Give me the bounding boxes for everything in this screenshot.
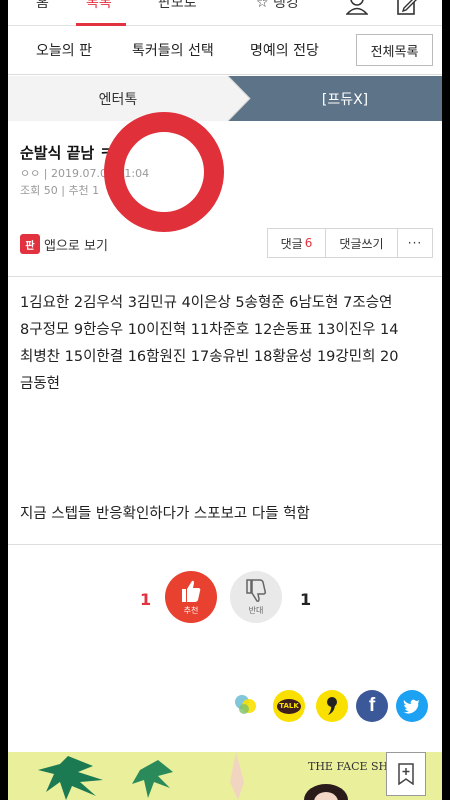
recommend-count: 1	[140, 590, 152, 609]
screen: 홈 톡톡 판모로 ☆ 랭킹 오늘의 판 톡커들의 선택 명예의 전당 전체목록 …	[8, 0, 442, 800]
oppose-label: 반대	[248, 606, 264, 615]
star-icon: ☆	[256, 0, 269, 11]
user-icon[interactable]	[346, 0, 368, 16]
body-line: 8구정모 9한승우 10이진혁 11차준호 12손동표 13이진우 14	[20, 322, 399, 338]
nav-item-ranking[interactable]: ☆ 랭킹	[256, 0, 299, 12]
thumbs-up-icon	[182, 580, 201, 602]
twitter-icon	[403, 699, 420, 714]
bookmark-button[interactable]	[386, 752, 426, 796]
tab-produce-x[interactable]: [프듀X]	[248, 89, 442, 109]
nav-item-ranking-label: 랭킹	[273, 0, 299, 11]
more-options-button[interactable]: ···	[398, 229, 432, 257]
twitter-share-button[interactable]	[396, 690, 428, 722]
comment-actions: 댓글 6 댓글쓰기 ···	[267, 228, 433, 258]
sub-nav-talkers-choice[interactable]: 톡커들의 선택	[132, 40, 214, 60]
comments-button[interactable]: 댓글 6	[268, 229, 326, 257]
top-nav: 홈 톡톡 판모로 ☆ 랭킹	[8, 0, 442, 26]
all-list-button[interactable]: 전체목록	[356, 34, 433, 66]
comma-share-button[interactable]	[316, 690, 348, 722]
article-closing-line: 지금 스텝들 반응확인하다가 스포보고 다들 헉함	[20, 506, 310, 522]
facebook-icon: f	[368, 695, 376, 716]
comma-icon	[327, 697, 337, 715]
article-body: 1김요한 2김우석 3김민규 4이은상 5송형준 6남도현 7조승연 8구정모 …	[20, 290, 435, 398]
recommend-label: 추천	[183, 606, 199, 615]
pann-app-icon: 판	[20, 234, 40, 254]
oppose-count: 1	[300, 590, 312, 609]
sub-nav-hall-of-fame[interactable]: 명예의 전당	[250, 40, 319, 60]
comments-label: 댓글	[280, 236, 303, 251]
article-stats: 조회 50 | 추천 1	[20, 182, 99, 198]
thumbs-down-icon	[246, 579, 267, 602]
category-tabs: 엔터톡 [프듀X]	[8, 76, 442, 121]
ad-banner[interactable]: THE FACE SHOP	[8, 752, 442, 800]
facebook-share-button[interactable]: f	[356, 690, 388, 722]
nav-item-panmoro[interactable]: 판모로	[158, 0, 197, 12]
comments-count: 6	[304, 236, 313, 250]
article-views: 조회 50	[20, 184, 58, 197]
body-line: 최병찬 15이한결 16함원진 17송유빈 18황윤성 19강민희 20	[20, 349, 399, 365]
body-divider	[8, 544, 442, 545]
oppose-button[interactable]: 반대	[230, 571, 282, 623]
article-author: ㅇㅇ	[20, 167, 41, 180]
kakaostory-icon	[235, 695, 256, 714]
article-recommend: 추천 1	[68, 184, 100, 197]
body-line: 금동현	[20, 376, 61, 392]
body-line: 1김요한 2김우석 3김민규 4이은상 5송형준 6남도현 7조승연	[20, 295, 393, 311]
sub-nav: 오늘의 판 톡커들의 선택 명예의 전당 전체목록	[8, 26, 442, 75]
tab-entertalk[interactable]: 엔터톡	[8, 89, 228, 109]
nav-item-talk[interactable]: 톡톡	[86, 0, 112, 12]
red-circle-annotation	[104, 112, 224, 232]
header-divider	[8, 276, 442, 277]
kakaostory-share-button[interactable]	[230, 690, 262, 722]
bookmark-add-icon	[398, 763, 414, 785]
write-comment-button[interactable]: 댓글쓰기	[326, 229, 398, 257]
nav-item-home[interactable]: 홈	[36, 0, 49, 12]
kakaotalk-share-button[interactable]: TALK	[273, 690, 305, 722]
recommend-button[interactable]: 추천	[165, 571, 217, 623]
open-in-app-label: 앱으로 보기	[44, 238, 108, 254]
sub-nav-today[interactable]: 오늘의 판	[36, 40, 92, 60]
write-icon[interactable]	[396, 0, 418, 16]
kakaotalk-icon: TALK	[277, 698, 301, 714]
meta-separator: |	[43, 167, 51, 180]
open-in-app-link[interactable]: 판 앱으로 보기	[20, 233, 108, 255]
